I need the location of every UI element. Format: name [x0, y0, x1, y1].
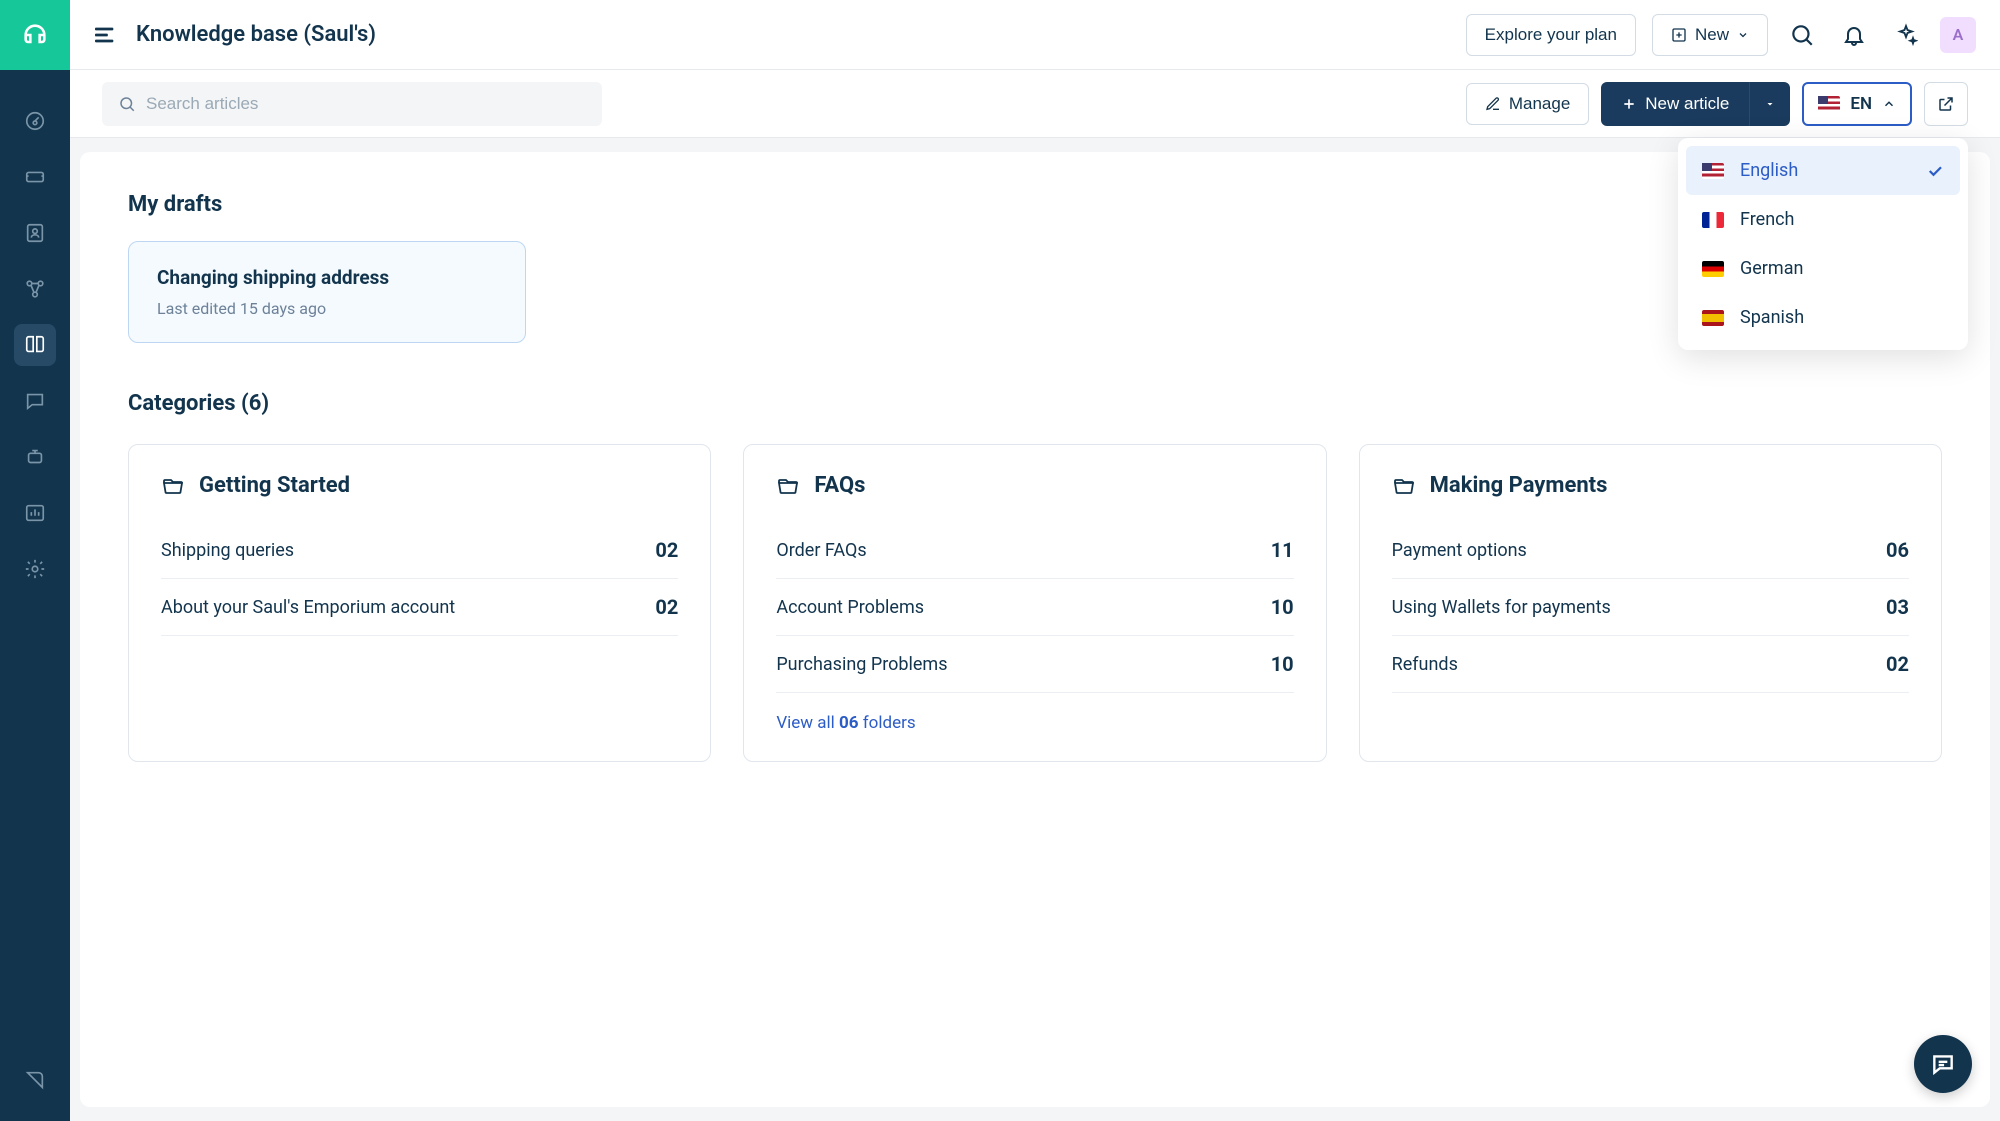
draft-meta: Last edited 15 days ago	[157, 299, 497, 318]
category-item-label: Order FAQs	[776, 540, 866, 561]
action-bar: Manage New article EN EnglishFrenc	[70, 70, 2000, 138]
category-item-label: Shipping queries	[161, 540, 294, 561]
category-item-label: Purchasing Problems	[776, 654, 947, 675]
search-icon	[118, 95, 136, 113]
category-item[interactable]: Order FAQs 11	[776, 522, 1293, 579]
category-item-count: 03	[1886, 595, 1909, 619]
folder-icon	[1392, 474, 1416, 498]
flag-es-icon	[1702, 310, 1724, 326]
category-item-count: 11	[1271, 538, 1294, 562]
flag-de-icon	[1702, 261, 1724, 277]
menu-toggle-button[interactable]	[94, 23, 118, 47]
sidebar-item-tickets[interactable]	[14, 156, 56, 198]
manage-button[interactable]: Manage	[1466, 83, 1589, 125]
category-name: Making Payments	[1430, 473, 1608, 498]
manage-button-label: Manage	[1509, 94, 1570, 114]
left-sidebar	[0, 0, 70, 1121]
sidebar-item-chat[interactable]	[14, 380, 56, 422]
flag-us-icon	[1702, 163, 1724, 179]
category-header: FAQs	[776, 473, 1293, 498]
category-item-count: 02	[1886, 652, 1909, 676]
ai-sparkle-button[interactable]	[1888, 17, 1924, 53]
language-option-label: English	[1740, 160, 1798, 181]
category-item-count: 10	[1271, 595, 1294, 619]
language-option-label: French	[1740, 209, 1794, 230]
categories-heading: Categories (6)	[128, 391, 1942, 416]
language-code: EN	[1850, 94, 1872, 114]
check-icon	[1926, 162, 1944, 180]
new-button-label: New	[1695, 25, 1729, 45]
view-all-link[interactable]: View all 06 folders	[776, 713, 1293, 733]
language-option-label: Spanish	[1740, 307, 1804, 328]
category-item[interactable]: Refunds 02	[1392, 636, 1909, 693]
category-item-label: About your Saul's Emporium account	[161, 597, 455, 618]
search-box[interactable]	[102, 82, 602, 126]
new-article-split-button: New article	[1601, 82, 1790, 126]
flag-fr-icon	[1702, 212, 1724, 228]
app-logo[interactable]	[0, 0, 70, 70]
category-item-count: 06	[1886, 538, 1909, 562]
category-name: Getting Started	[199, 473, 350, 498]
category-card: Making Payments Payment options 06 Using Wa…	[1359, 444, 1942, 762]
sidebar-item-bot[interactable]	[14, 436, 56, 478]
sidebar-item-integrations[interactable]	[14, 268, 56, 310]
category-item-label: Account Problems	[776, 597, 924, 618]
sidebar-item-settings[interactable]	[14, 548, 56, 590]
folder-icon	[776, 474, 800, 498]
category-item[interactable]: Payment options 06	[1392, 522, 1909, 579]
top-header: Knowledge base (Saul's) Explore your pla…	[70, 0, 2000, 70]
new-button[interactable]: New	[1652, 14, 1768, 56]
category-grid: Getting StartedShipping queries02About y…	[128, 444, 1942, 762]
category-item[interactable]: About your Saul's Emporium account 02	[161, 579, 678, 636]
category-item-count: 02	[655, 538, 678, 562]
new-article-label: New article	[1645, 94, 1729, 114]
drafts-heading: My drafts	[128, 192, 1942, 217]
category-item-label: Refunds	[1392, 654, 1458, 675]
sidebar-item-knowledge-base[interactable]	[14, 324, 56, 366]
chat-fab[interactable]	[1914, 1035, 1972, 1093]
search-button[interactable]	[1784, 17, 1820, 53]
external-link-button[interactable]	[1924, 82, 1968, 126]
category-item-count: 02	[655, 595, 678, 619]
sidebar-item-contacts[interactable]	[14, 212, 56, 254]
language-dropdown: English French German Spanish	[1678, 138, 1968, 350]
category-name: FAQs	[814, 473, 865, 498]
draft-title: Changing shipping address	[157, 266, 497, 289]
language-option-spanish[interactable]: Spanish	[1686, 293, 1960, 342]
category-item-count: 10	[1271, 652, 1294, 676]
language-option-french[interactable]: French	[1686, 195, 1960, 244]
category-card: Getting StartedShipping queries02About y…	[128, 444, 711, 762]
language-option-german[interactable]: German	[1686, 244, 1960, 293]
user-avatar[interactable]: A	[1940, 17, 1976, 53]
language-option-english[interactable]: English	[1686, 146, 1960, 195]
category-header: Making Payments	[1392, 473, 1909, 498]
explore-plan-button[interactable]: Explore your plan	[1466, 14, 1636, 56]
language-selector-button[interactable]: EN	[1802, 82, 1912, 126]
sidebar-item-dashboard[interactable]	[14, 100, 56, 142]
page-title: Knowledge base (Saul's)	[136, 22, 1448, 47]
category-item[interactable]: Account Problems 10	[776, 579, 1293, 636]
search-input[interactable]	[146, 94, 586, 114]
category-item[interactable]: Purchasing Problems 10	[776, 636, 1293, 693]
category-item-label: Payment options	[1392, 540, 1527, 561]
category-item-label: Using Wallets for payments	[1392, 597, 1611, 618]
language-option-label: German	[1740, 258, 1803, 279]
new-article-button[interactable]: New article	[1601, 82, 1749, 126]
sidebar-item-reports[interactable]	[14, 492, 56, 534]
notifications-button[interactable]	[1836, 17, 1872, 53]
flag-us-icon	[1818, 96, 1840, 112]
draft-card[interactable]: Changing shipping address Last edited 15…	[128, 241, 526, 343]
folder-icon	[161, 474, 185, 498]
sidebar-item-freshworks[interactable]	[14, 1059, 56, 1101]
category-item[interactable]: Shipping queries 02	[161, 522, 678, 579]
category-header: Getting Started	[161, 473, 678, 498]
category-card: FAQsOrder FAQs11Account Problems10Purcha…	[743, 444, 1326, 762]
new-article-dropdown[interactable]	[1749, 82, 1790, 126]
category-item[interactable]: Using Wallets for payments 03	[1392, 579, 1909, 636]
